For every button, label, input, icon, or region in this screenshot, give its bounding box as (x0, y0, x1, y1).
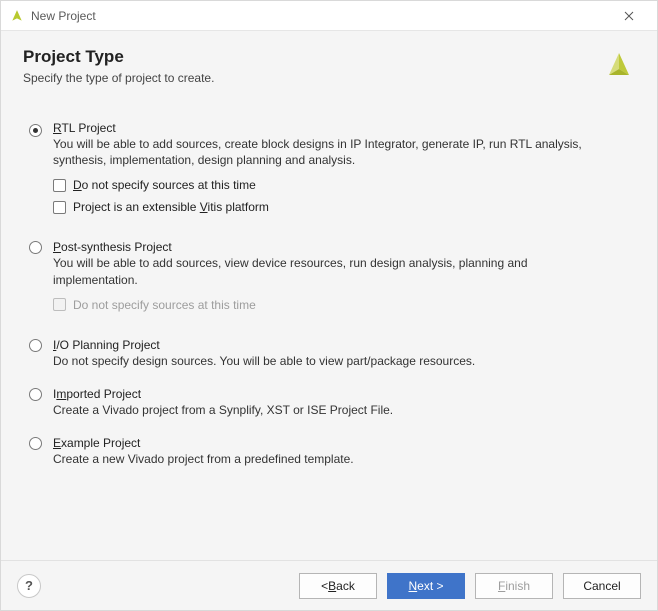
next-button[interactable]: Next > (387, 573, 465, 599)
option-example: Example Project Create a new Vivado proj… (29, 436, 629, 467)
checkbox-rtl-no-sources[interactable] (53, 179, 66, 192)
button-bar: ? < Back Next > Finish Cancel (1, 560, 657, 610)
option-io-planning: I/O Planning Project Do not specify desi… (29, 338, 629, 369)
new-project-dialog: New Project Project Type Specify the typ… (0, 0, 658, 611)
option-io-label[interactable]: I/O Planning Project (53, 338, 629, 352)
page-title: Project Type (23, 47, 635, 67)
option-imported-label[interactable]: Imported Project (53, 387, 629, 401)
help-button[interactable]: ? (17, 574, 41, 598)
radio-post-synthesis[interactable] (29, 241, 42, 254)
radio-example[interactable] (29, 437, 42, 450)
app-icon (9, 8, 25, 24)
vivado-logo-icon (603, 49, 635, 81)
radio-io-planning[interactable] (29, 339, 42, 352)
check-rtl-no-sources-row: Do not specify sources at this time (53, 178, 629, 192)
option-imported-desc: Create a Vivado project from a Synplify,… (53, 402, 613, 418)
check-post-no-sources-row: Do not specify sources at this time (53, 298, 629, 312)
window-title: New Project (31, 9, 96, 23)
option-rtl-label[interactable]: RTL Project (53, 121, 629, 135)
checkbox-rtl-vitis-label[interactable]: Project is an extensible Vitis platform (73, 200, 269, 214)
checkbox-rtl-no-sources-label[interactable]: Do not specify sources at this time (73, 178, 256, 192)
option-imported: Imported Project Create a Vivado project… (29, 387, 629, 418)
close-button[interactable] (609, 1, 649, 31)
cancel-button[interactable]: Cancel (563, 573, 641, 599)
back-button[interactable]: < Back (299, 573, 377, 599)
option-example-label[interactable]: Example Project (53, 436, 629, 450)
page-subtitle: Specify the type of project to create. (23, 71, 635, 85)
option-post-label[interactable]: Post-synthesis Project (53, 240, 629, 254)
option-post-desc: You will be able to add sources, view de… (53, 255, 613, 287)
checkbox-rtl-vitis[interactable] (53, 201, 66, 214)
option-example-desc: Create a new Vivado project from a prede… (53, 451, 613, 467)
option-rtl-desc: You will be able to add sources, create … (53, 136, 613, 168)
radio-rtl-project[interactable] (29, 124, 42, 137)
checkbox-post-no-sources (53, 298, 66, 311)
titlebar: New Project (1, 1, 657, 31)
check-rtl-vitis-row: Project is an extensible Vitis platform (53, 200, 629, 214)
option-io-desc: Do not specify design sources. You will … (53, 353, 613, 369)
options-body: RTL Project You will be able to add sour… (1, 95, 657, 560)
radio-imported[interactable] (29, 388, 42, 401)
finish-button: Finish (475, 573, 553, 599)
page-header: Project Type Specify the type of project… (1, 31, 657, 95)
option-post-synthesis: Post-synthesis Project You will be able … (29, 240, 629, 319)
checkbox-post-no-sources-label: Do not specify sources at this time (73, 298, 256, 312)
option-rtl-project: RTL Project You will be able to add sour… (29, 121, 629, 222)
